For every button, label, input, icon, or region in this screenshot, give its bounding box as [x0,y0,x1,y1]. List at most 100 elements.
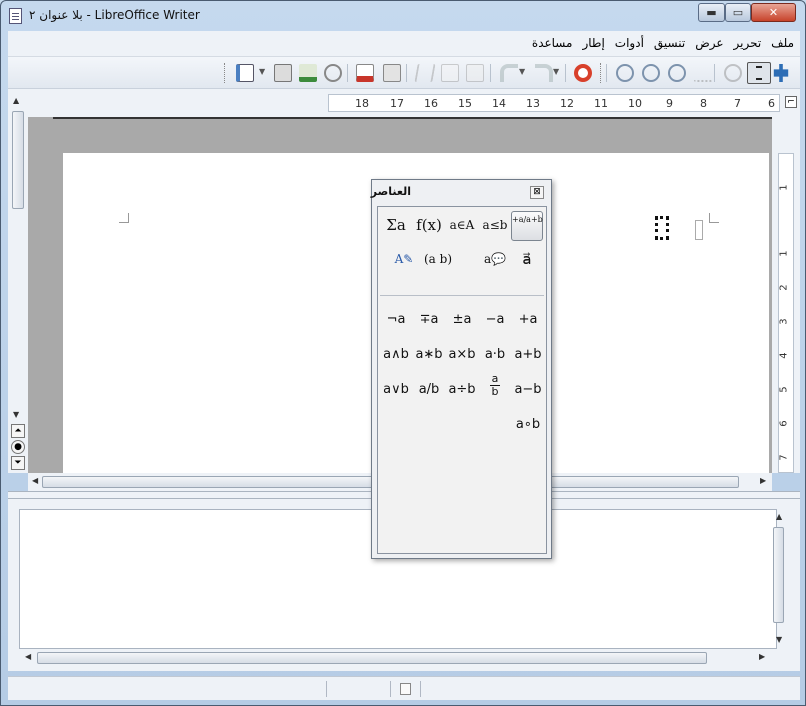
redo-icon[interactable] [535,64,553,82]
operator-plusminus-a[interactable]: ±a [446,307,478,333]
command-horizontal-scrollbar[interactable]: ◀ ▶ [19,649,777,667]
scroll-up-icon[interactable]: ▲ [776,512,782,521]
category-relations[interactable]: a≤b [479,211,511,241]
save-icon[interactable] [299,64,317,82]
menu-bar: ملف تحرير عرض تنسيق أدوات إطار مساعدة [8,31,800,57]
category-label: a∈A [449,218,475,232]
vertical-ruler-number: 5 [778,386,790,393]
document-vertical-scrollbar[interactable]: ▲ ▼ ⏶ ● ⏷ [8,93,28,473]
print-icon[interactable] [383,64,401,82]
vertical-ruler-number: 6 [778,420,790,427]
zoom-100-icon[interactable] [668,64,686,82]
scroll-down-icon[interactable]: ▼ [13,410,19,419]
next-page-button[interactable]: ⏷ [11,456,25,470]
undo-icon[interactable] [500,64,518,82]
category-label: a💬 [483,252,507,266]
paste-icon[interactable] [466,64,484,82]
operator-minus-a[interactable]: −a [479,307,511,333]
operator-plus-a[interactable]: +a [512,307,544,333]
close-button[interactable]: ✕ [751,3,796,22]
menu-edit[interactable]: تحرير [734,36,762,50]
zoom-out-icon[interactable] [642,64,660,82]
scroll-left-icon[interactable]: ◀ [32,476,38,485]
category-attributes[interactable]: a⃗ [511,245,543,275]
vertical-ruler-number: 3 [778,318,790,325]
category-label: Σa [386,216,406,234]
scroll-right-icon[interactable]: ▶ [759,652,765,661]
toolbar-separator [490,64,491,82]
ruler-number: 9 [666,97,673,110]
title-bar: بلا عنوان ٢ - LibreOffice Writer ▬ ▭ ✕ [1,1,805,31]
new-document-icon[interactable] [236,64,254,82]
redo-dropdown-icon[interactable]: ▼ [553,67,559,76]
scroll-thumb[interactable] [12,111,24,209]
category-operators[interactable]: Σa [380,211,412,241]
toolbar-separator [347,64,348,82]
scroll-thumb[interactable] [37,652,707,664]
ruler-number: 18 [355,97,369,110]
operator-a-and-b[interactable]: a∧b [380,342,412,368]
close-icon: ✕ [768,6,779,19]
category-others[interactable]: a💬 [479,245,511,275]
scroll-right-icon[interactable]: ▶ [760,476,766,485]
operator-a-or-b[interactable]: a∨b [380,377,412,403]
scroll-left-icon[interactable]: ◀ [25,652,31,661]
zoom-in-icon[interactable] [616,64,634,82]
menu-view[interactable]: عرض [695,36,723,50]
category-set-operations[interactable]: a∈A [446,211,478,241]
scroll-up-icon[interactable]: ▲ [13,96,19,105]
category-brackets[interactable]: (a b) [422,245,454,275]
toolbar-grip[interactable] [224,63,227,83]
ruler-number: 15 [458,97,472,110]
zoom-all-icon[interactable] [694,64,712,82]
previous-page-button[interactable]: ⏶ [11,424,25,438]
operator-label: −a [485,312,505,327]
horizontal-ruler[interactable]: 18 17 16 15 14 13 12 11 10 9 8 7 6 [328,94,780,112]
operator-a-plus-b[interactable]: a+b [512,342,544,368]
copy-icon[interactable] [441,64,459,82]
category-formats[interactable]: A✎ [388,245,420,275]
maximize-icon: ▭ [732,6,744,19]
operator-label: ¬a [386,312,406,327]
operator-a-slash-b[interactable]: a/b [413,377,445,403]
elements-panel[interactable]: العناصر ⊠ +a/a+b a≤b a∈A f(x) Σa a⃗ a💬 (… [371,179,552,559]
cut-icon[interactable] [414,64,436,82]
operator-a-cdot-b[interactable]: a·b [479,342,511,368]
selection-cursor-button[interactable] [747,62,771,84]
operator-a-ast-b[interactable]: a∗b [413,342,445,368]
operator-not-a[interactable]: ¬a [380,307,412,333]
maximize-button[interactable]: ▭ [725,3,751,22]
scroll-down-icon[interactable]: ▼ [776,635,782,644]
operator-a-minus-b[interactable]: a−b [512,377,544,403]
menu-items: ملف تحرير عرض تنسيق أدوات إطار مساعدة [532,36,794,50]
category-functions[interactable]: f(x) [413,211,445,241]
navigation-button[interactable]: ● [11,440,25,454]
email-icon[interactable] [324,64,342,82]
operator-a-circ-b[interactable]: a∘b [512,412,544,438]
scroll-thumb[interactable] [773,527,784,623]
open-icon[interactable] [274,64,292,82]
new-dropdown-icon[interactable]: ▼ [259,67,265,76]
export-pdf-icon[interactable] [356,64,374,82]
minimize-button[interactable]: ▬ [698,3,725,22]
menu-tools[interactable]: أدوات [615,36,644,50]
operator-a-div-b[interactable]: a÷b [446,377,478,403]
operator-fraction[interactable]: ab [479,373,511,399]
undo-dropdown-icon[interactable]: ▼ [519,67,525,76]
vertical-ruler-strip[interactable]: 1 1 2 3 4 5 6 7 [778,153,794,473]
menu-file[interactable]: ملف [771,36,794,50]
help-icon[interactable] [574,64,592,82]
elements-panel-close-button[interactable]: ⊠ [530,186,544,199]
operator-a-times-b[interactable]: a×b [446,342,478,368]
formula-cursor-icon[interactable] [773,64,789,82]
command-vertical-scrollbar[interactable]: ▲ ▼ [770,509,788,649]
category-unary-binary-operators[interactable]: +a/a+b [511,211,543,241]
ruler-tab-selector[interactable]: ⌐ [785,96,797,108]
operator-minusplus-a[interactable]: ∓a [413,307,445,333]
formula-placeholder[interactable] [655,216,669,240]
refresh-icon[interactable] [724,64,742,82]
toolbar-grip[interactable] [600,63,603,83]
menu-format[interactable]: تنسيق [654,36,685,50]
menu-window[interactable]: إطار [582,36,604,50]
menu-help[interactable]: مساعدة [532,36,573,50]
